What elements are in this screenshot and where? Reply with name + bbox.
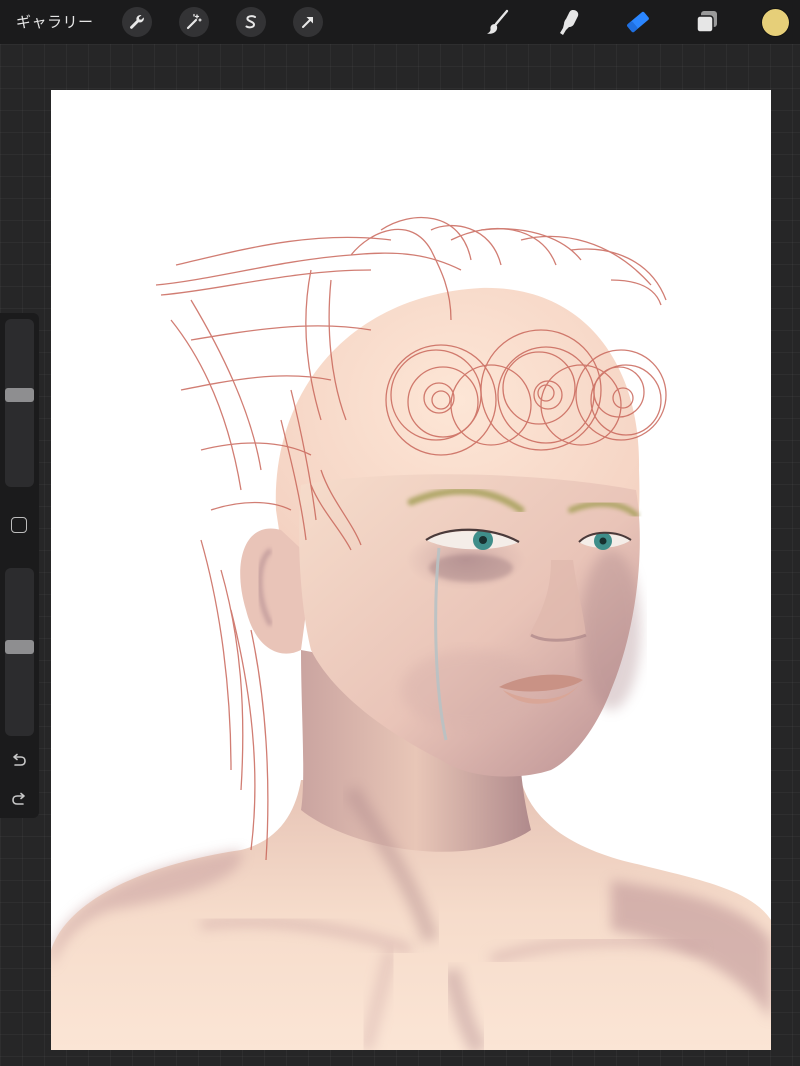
modify-square-icon[interactable]: [11, 517, 27, 533]
selection-button[interactable]: [236, 7, 266, 37]
layers-icon: [696, 11, 717, 33]
smudge-button[interactable]: [553, 6, 585, 38]
eraser-icon: [627, 11, 649, 33]
gallery-button[interactable]: ギャラリー: [16, 10, 94, 34]
brush-button[interactable]: [482, 6, 514, 38]
selection-s-icon: [245, 15, 256, 29]
redo-icon: [12, 792, 25, 805]
actions-button[interactable]: [122, 7, 152, 37]
brush-size-slider[interactable]: [5, 319, 34, 487]
brush-size-thumb[interactable]: [5, 388, 34, 402]
wrench-icon: [130, 15, 144, 29]
opacity-slider[interactable]: [5, 568, 34, 736]
undo-button[interactable]: [9, 750, 29, 770]
color-swatch[interactable]: [762, 9, 789, 36]
smudge-finger-icon: [560, 10, 579, 35]
opacity-thumb[interactable]: [5, 640, 34, 654]
layers-button[interactable]: [691, 6, 723, 38]
magic-wand-icon: [186, 13, 202, 30]
transform-button[interactable]: [293, 7, 323, 37]
drawing-canvas[interactable]: [51, 90, 771, 1050]
top-toolbar: ギャラリー: [0, 0, 800, 44]
redo-button[interactable]: [9, 789, 29, 809]
eraser-body: [627, 11, 649, 33]
undo-icon: [13, 753, 26, 766]
eraser-button[interactable]: [622, 6, 654, 38]
brush-icon: [487, 9, 509, 34]
artwork-portrait: [51, 216, 771, 1050]
sidebar: [0, 313, 39, 818]
adjustments-button[interactable]: [179, 7, 209, 37]
arrow-cursor-icon: [302, 17, 313, 28]
